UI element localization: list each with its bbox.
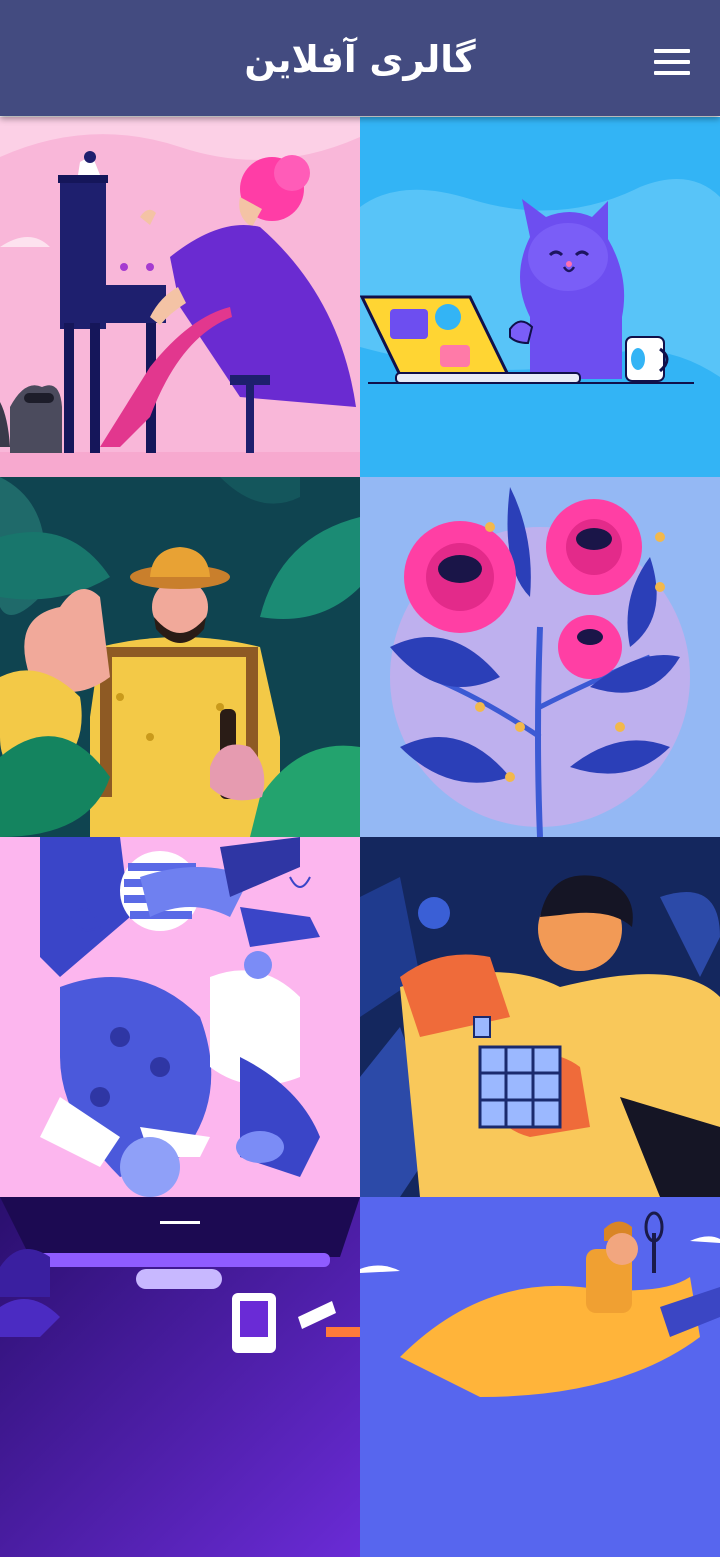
app-bar: گالری آفلاین [0, 0, 720, 116]
gallery-image-explorer-magnifier[interactable] [360, 1197, 720, 1557]
jungle-explorer-illustration [0, 477, 360, 837]
hamburger-menu-icon[interactable] [644, 38, 700, 86]
gallery-image-pianist[interactable] [0, 117, 360, 477]
ui-devices-illustration [0, 1197, 360, 1557]
cat-laptop-illustration [360, 117, 720, 477]
gallery-image-abstract-people[interactable] [0, 837, 360, 1197]
gallery-image-jungle-explorer[interactable] [0, 477, 360, 837]
gallery-image-ui-devices[interactable] [0, 1197, 360, 1557]
gallery-image-rubiks-cube[interactable] [360, 837, 720, 1197]
explorer-magnifier-illustration [360, 1197, 720, 1557]
rubiks-cube-illustration [360, 837, 720, 1197]
image-grid [0, 117, 720, 1557]
pianist-illustration [0, 117, 360, 477]
peony-flowers-illustration [360, 477, 720, 837]
gallery-image-cat-laptop[interactable] [360, 117, 720, 477]
abstract-people-illustration [0, 837, 360, 1197]
gallery-image-peony-flowers[interactable] [360, 477, 720, 837]
app-title: گالری آفلاین [244, 38, 476, 81]
